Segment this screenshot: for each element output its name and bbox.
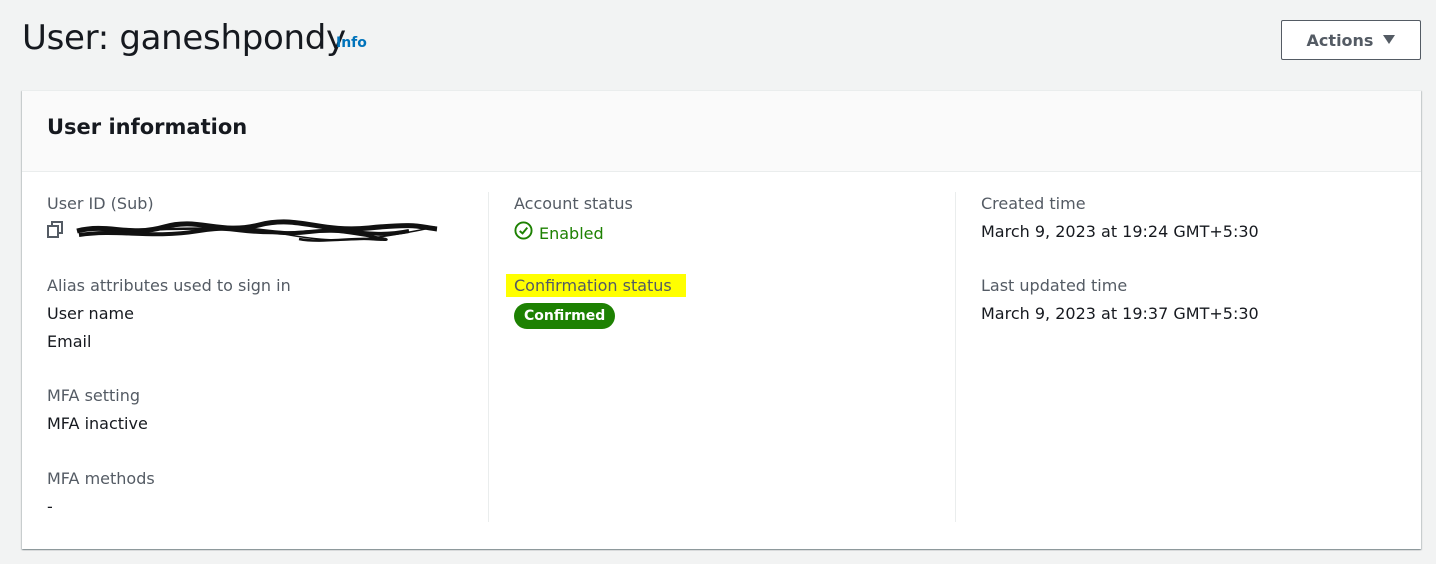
user-information-panel: User information User ID (Sub) Alias att… xyxy=(22,90,1421,549)
mfa-setting-value: MFA inactive xyxy=(47,414,148,433)
actions-dropdown-button[interactable]: Actions xyxy=(1281,20,1421,60)
mfa-methods-field: MFA methods - xyxy=(47,468,155,518)
created-time-value: March 9, 2023 at 19:24 GMT+5:30 xyxy=(981,222,1259,241)
mfa-methods-label: MFA methods xyxy=(47,469,155,488)
caret-down-icon xyxy=(1383,35,1396,45)
redacted-user-id xyxy=(69,219,441,245)
user-id-value-row xyxy=(47,219,441,245)
account-status-label: Account status xyxy=(514,194,633,213)
panel-header: User information xyxy=(22,91,1421,172)
alias-value-email: Email xyxy=(47,332,92,351)
created-time-label: Created time xyxy=(981,194,1086,213)
user-id-field: User ID (Sub) xyxy=(47,193,441,245)
column-divider xyxy=(955,192,956,522)
copy-icon[interactable] xyxy=(47,221,63,243)
check-circle-icon xyxy=(514,221,533,246)
last-updated-time-value: March 9, 2023 at 19:37 GMT+5:30 xyxy=(981,304,1259,323)
account-status-field: Account status Enabled xyxy=(514,193,633,246)
alias-value-user-name: User name xyxy=(47,304,134,323)
mfa-setting-field: MFA setting MFA inactive xyxy=(47,385,148,435)
confirmation-status-field: Confirmation status Confirmed xyxy=(506,274,686,329)
mfa-setting-label: MFA setting xyxy=(47,386,141,405)
alias-attributes-field: Alias attributes used to sign in User na… xyxy=(47,275,291,353)
panel-title: User information xyxy=(47,115,248,139)
account-status-text: Enabled xyxy=(539,223,604,243)
info-link[interactable]: Info xyxy=(336,35,367,51)
user-id-label: User ID (Sub) xyxy=(47,194,154,213)
actions-label: Actions xyxy=(1306,30,1374,50)
account-status-value: Enabled xyxy=(514,221,633,246)
page-title: User: ganeshpondy xyxy=(22,18,346,58)
column-divider xyxy=(488,192,489,522)
confirmed-status-badge: Confirmed xyxy=(514,303,616,329)
alias-attributes-label: Alias attributes used to sign in xyxy=(47,276,291,295)
confirmation-status-highlight: Confirmation status xyxy=(506,274,686,297)
last-updated-time-field: Last updated time March 9, 2023 at 19:37… xyxy=(981,275,1259,325)
confirmation-status-label: Confirmation status xyxy=(506,274,686,297)
mfa-methods-value: - xyxy=(47,497,53,516)
last-updated-time-label: Last updated time xyxy=(981,276,1128,295)
created-time-field: Created time March 9, 2023 at 19:24 GMT+… xyxy=(981,193,1259,243)
